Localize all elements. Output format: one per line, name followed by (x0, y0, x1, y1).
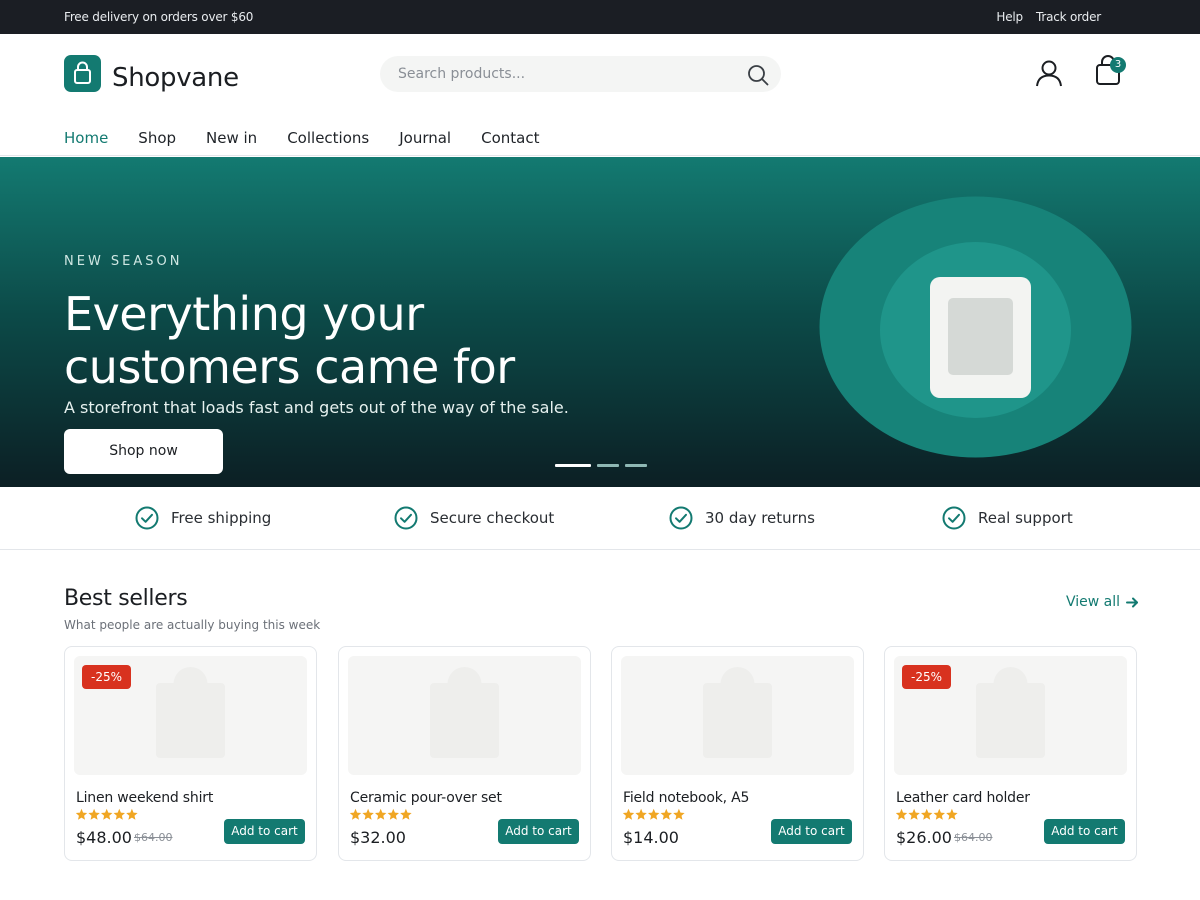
feature-strip: Free shipping Secure checkout 30 day ret… (0, 487, 1200, 550)
hero-title: Everything your customers came for (64, 287, 515, 394)
product-placeholder-icon (156, 667, 225, 758)
hero-banner: NEW SEASON Everything your customers cam… (0, 157, 1200, 487)
user-icon[interactable] (1035, 59, 1063, 87)
product-price: $32.00 (350, 828, 406, 847)
rating-stars (349, 808, 413, 822)
announcement-bar: Free delivery on orders over $60 Help Tr… (0, 0, 1200, 34)
promo-text: Free delivery on orders over $60 (64, 10, 254, 24)
product-price: $26.00 (896, 828, 952, 847)
product-image[interactable] (348, 656, 581, 775)
feature-label: 30 day returns (705, 509, 815, 527)
nav-item-new-in[interactable]: New in (206, 129, 257, 147)
original-price: $64.00 (954, 831, 993, 844)
feature-real-support: Real support (942, 506, 1073, 530)
section-title: Best sellers (64, 586, 188, 611)
product-name[interactable]: Leather card holder (896, 790, 1030, 806)
hero-subtitle: A storefront that loads fast and gets ou… (64, 398, 569, 417)
discount-badge: -25% (902, 665, 952, 689)
main-nav: Home Shop New in Collections Journal Con… (64, 129, 539, 147)
search-bar (380, 56, 781, 92)
product-card[interactable]: -25% Leather card holder $26.00 $64.00 A… (884, 646, 1137, 861)
add-to-cart-button[interactable]: Add to cart (1044, 819, 1125, 844)
site-header: Shopvane 3 Home Shop New in Collections … (0, 34, 1200, 156)
shop-now-button[interactable]: Shop now (64, 429, 223, 474)
star-icon (895, 808, 958, 820)
nav-item-journal[interactable]: Journal (399, 129, 451, 147)
product-name[interactable]: Field notebook, A5 (623, 790, 749, 806)
logo-mark[interactable] (64, 55, 101, 92)
product-price: $14.00 (623, 828, 679, 847)
feature-secure-checkout: Secure checkout (394, 506, 554, 530)
view-all-link[interactable]: View all (1066, 594, 1139, 610)
brand-name[interactable]: Shopvane (112, 63, 239, 93)
slide-indicators (555, 464, 647, 467)
product-card[interactable]: Field notebook, A5 $14.00 Add to cart (611, 646, 864, 861)
slide-dot-3[interactable] (625, 464, 647, 467)
section-subtitle: What people are actually buying this wee… (64, 618, 321, 632)
shopping-bag-icon (74, 61, 91, 84)
help-link[interactable]: Help (996, 10, 1023, 24)
rating-stars (895, 808, 959, 822)
check-circle-icon (942, 506, 966, 530)
nav-item-collections[interactable]: Collections (287, 129, 369, 147)
hero-eyebrow: NEW SEASON (64, 254, 183, 269)
discount-badge: -25% (82, 665, 132, 689)
feature-label: Free shipping (171, 509, 272, 527)
star-icon (622, 808, 685, 820)
hero-product-illustration (819, 196, 1132, 458)
search-input[interactable] (398, 62, 728, 86)
add-to-cart-button[interactable]: Add to cart (224, 819, 305, 844)
check-circle-icon (135, 506, 159, 530)
product-placeholder-icon (703, 667, 772, 758)
product-card[interactable]: Ceramic pour-over set $32.00 Add to cart (338, 646, 591, 861)
rating-stars (75, 808, 139, 822)
product-name[interactable]: Linen weekend shirt (76, 790, 213, 806)
track-order-link[interactable]: Track order (1036, 10, 1101, 24)
cart-count-badge: 3 (1110, 57, 1126, 73)
product-price: $48.00 (76, 828, 132, 847)
feature-label: Secure checkout (430, 509, 555, 527)
product-placeholder-icon (430, 667, 499, 758)
feature-returns: 30 day returns (669, 506, 815, 530)
product-name[interactable]: Ceramic pour-over set (350, 790, 502, 806)
star-icon (349, 808, 412, 820)
add-to-cart-button[interactable]: Add to cart (498, 819, 579, 844)
rating-stars (622, 808, 686, 822)
feature-label: Real support (978, 509, 1073, 527)
original-price: $64.00 (134, 831, 173, 844)
slide-dot-2[interactable] (597, 464, 619, 467)
nav-item-home[interactable]: Home (64, 129, 108, 147)
view-all-label: View all (1066, 594, 1121, 610)
arrow-right-icon (1126, 597, 1139, 607)
feature-free-shipping: Free shipping (135, 506, 271, 530)
slide-dot-1[interactable] (555, 464, 591, 467)
star-icon (75, 808, 138, 820)
add-to-cart-button[interactable]: Add to cart (771, 819, 852, 844)
nav-item-contact[interactable]: Contact (481, 129, 539, 147)
nav-item-shop[interactable]: Shop (138, 129, 176, 147)
utility-links: Help Track order (996, 10, 1101, 24)
product-placeholder-icon (976, 667, 1045, 758)
product-image[interactable] (621, 656, 854, 775)
product-card[interactable]: -25% Linen weekend shirt $48.00 $64.00 A… (64, 646, 317, 861)
check-circle-icon (669, 506, 693, 530)
check-circle-icon (394, 506, 418, 530)
search-icon[interactable] (747, 64, 769, 86)
